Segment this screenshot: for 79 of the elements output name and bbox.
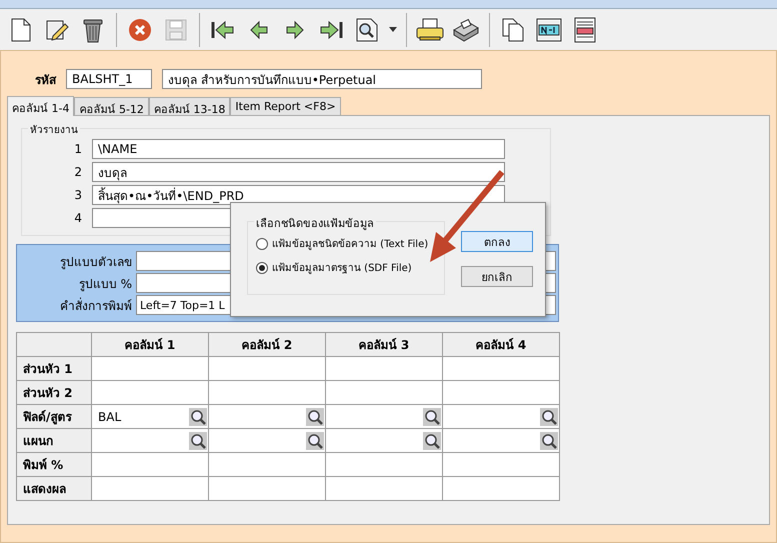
search-icon[interactable] [540,432,558,450]
magnifier-page-icon [356,18,378,42]
grid-cell[interactable] [326,452,442,476]
field-label: รูปแบบ % [78,276,132,292]
column-header: คอลัมน์ 3 [326,332,442,356]
left-arrow-icon [249,20,269,40]
header-line-field[interactable]: งบดุล [92,162,505,182]
line-number: 4 [73,211,83,225]
row-header: ส่วนหัว 2 [16,380,92,404]
search-icon[interactable] [423,432,441,450]
row-header: ฟิลด์/สูตร [16,404,92,428]
search-icon[interactable] [306,408,324,426]
grid-cell[interactable] [442,476,560,500]
row-header: พิมพ์ % [16,452,92,476]
radio-button[interactable] [256,238,268,250]
row-header: ส่วนหัว 1 [16,356,92,380]
grid-cell[interactable] [442,452,560,476]
caret-icon [389,27,397,32]
grid-cell[interactable] [92,380,208,404]
search-icon[interactable] [306,432,324,450]
grid-cell[interactable] [326,428,442,452]
note-card-icon [536,18,562,42]
printer-icon [416,18,444,42]
search-icon[interactable] [540,408,558,426]
grid-cell[interactable] [92,356,208,380]
code-field[interactable]: BALSHT_1 [66,69,152,89]
grid-cell[interactable] [208,452,326,476]
grid-cell[interactable] [208,380,326,404]
first-record-icon [211,18,235,40]
grid-cell[interactable] [92,428,208,452]
grid-cell[interactable] [92,452,208,476]
grid-cell[interactable] [208,356,326,380]
grid-cell[interactable] [442,404,560,428]
blank-page-icon [11,18,31,42]
grid-cell[interactable] [442,428,560,452]
grid-cell[interactable] [326,404,442,428]
column-header: คอลัมน์ 1 [92,332,208,356]
dialog-button[interactable]: ยกเลิก [461,266,533,287]
grid-cell[interactable] [326,476,442,500]
row-header: แสดงผล [16,476,92,500]
form-page-icon [573,16,597,42]
line-number: 2 [73,165,83,179]
header-line-field[interactable]: \NAME [92,139,505,159]
grid-cell[interactable] [442,356,560,380]
line-number: 3 [73,188,83,202]
description-field[interactable]: งบดุล สำหรับการบันทึกแบบ•Perpetual [162,69,482,89]
grid-cell[interactable] [92,476,208,500]
search-icon[interactable] [189,432,207,450]
fax-machine-icon [452,18,480,42]
grid-cell[interactable] [208,404,326,428]
grid-cell[interactable] [208,476,326,500]
grid-cell[interactable] [208,428,326,452]
line-number: 1 [73,142,83,156]
radio-button[interactable] [256,262,268,274]
column-header: คอลัมน์ 2 [208,332,326,356]
dialog-button[interactable]: ตกลง [461,231,533,252]
code-label: รหัส [35,72,56,88]
radio-label[interactable]: แฟ้มข้อมูลชนิดข้อความ (Text File) [272,236,428,251]
tab[interactable]: Item Report <F8> [230,97,341,115]
column-header: คอลัมน์ 4 [442,332,560,356]
last-record-icon [319,18,343,40]
copy-pages-icon [502,18,524,42]
grid-cell[interactable] [326,356,442,380]
grid-cell[interactable] [326,380,442,404]
pencil-page-icon [45,18,69,42]
right-arrow-icon [285,20,305,40]
field-label: คำสั่งการพิมพ์ [59,296,132,314]
search-icon[interactable] [189,408,207,426]
grid-cell[interactable]: BAL [92,404,208,428]
tab[interactable]: คอลัมน์ 1-4 [7,96,74,116]
radio-label[interactable]: แฟ้มข้อมูลมาตรฐาน (SDF File) [272,260,412,275]
row-header: แผนก [16,428,92,452]
field-label: รูปแบบตัวเลข [59,254,132,270]
grid-cell[interactable] [442,380,560,404]
tab[interactable]: คอลัมน์ 5-12 [74,97,149,115]
trash-can-icon [82,16,104,42]
cancel-icon [128,18,152,42]
search-icon[interactable] [423,408,441,426]
tab[interactable]: คอลัมน์ 13-18 [148,97,230,115]
